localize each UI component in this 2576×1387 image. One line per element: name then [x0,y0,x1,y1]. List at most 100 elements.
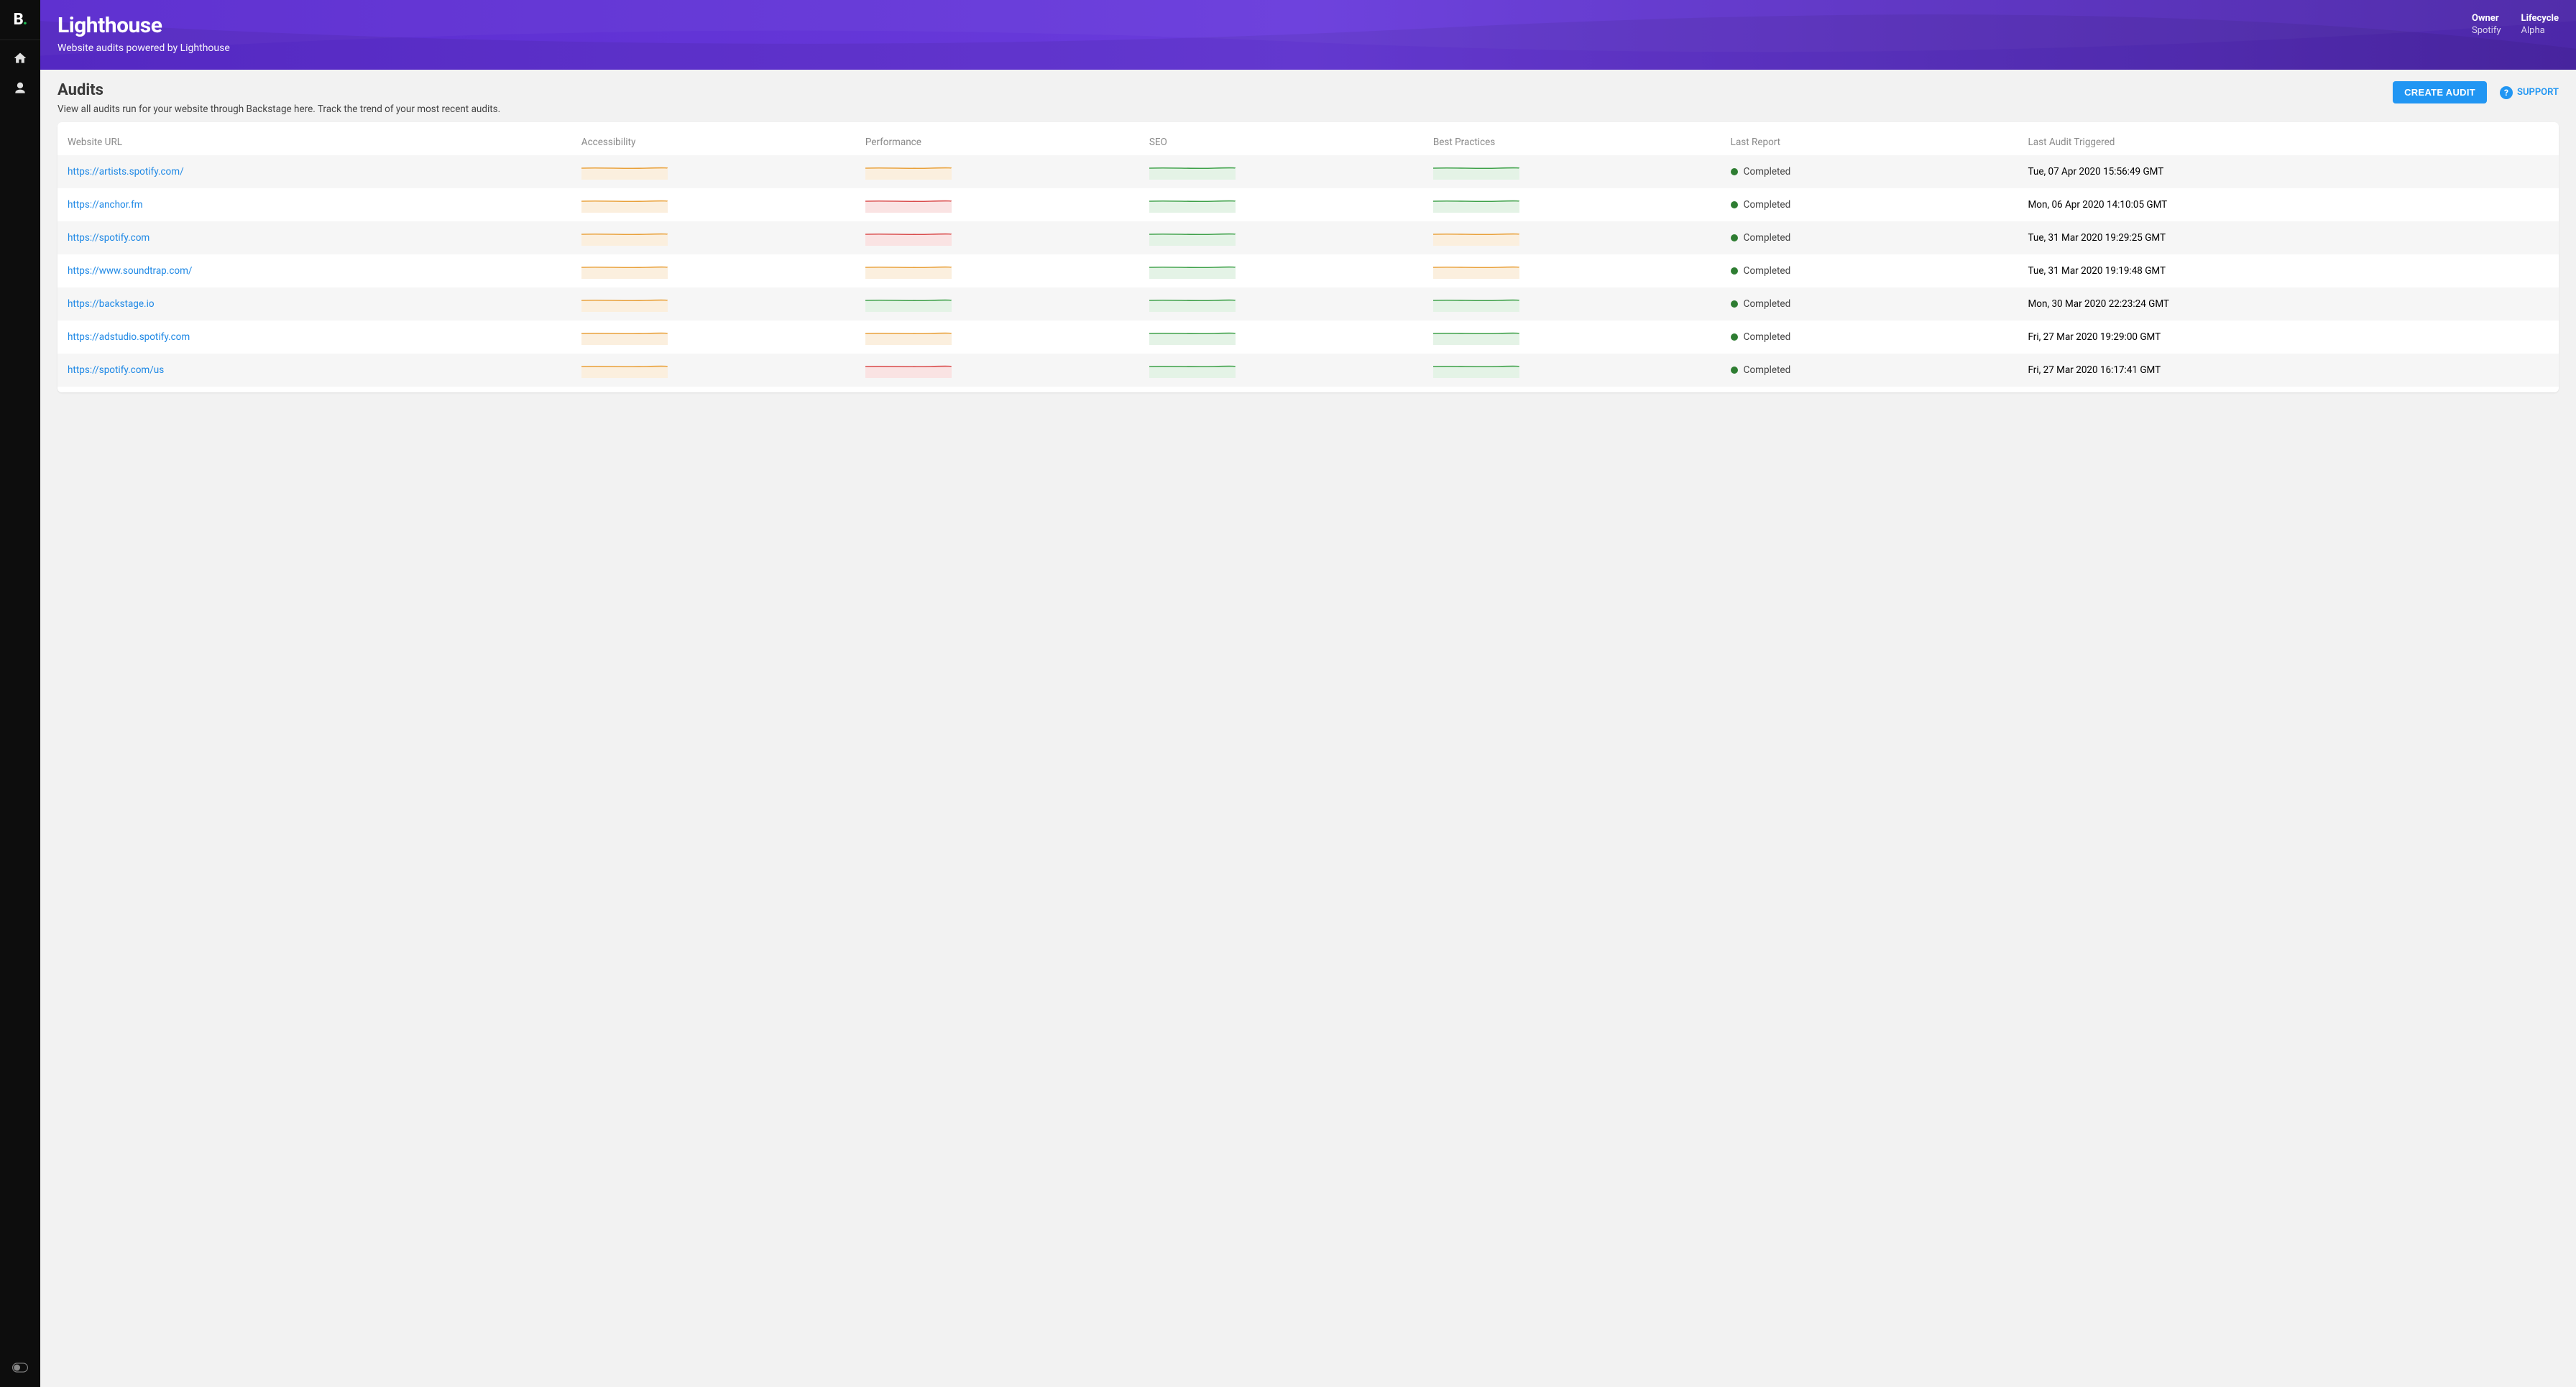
header-meta-label: Owner [2472,13,2501,24]
sparkline-green [1433,296,1519,312]
status-text: Completed [1744,199,1791,211]
header-meta: OwnerSpotifyLifecycleAlpha [2472,13,2559,36]
status-text: Completed [1744,232,1791,244]
last-report-status: Completed [1731,298,2008,310]
sparkline-orange [581,230,668,246]
sparkline-green [1149,197,1236,213]
website-url-link[interactable]: https://anchor.fm [68,199,143,211]
col-best-practices: Best Practices [1423,126,1721,155]
toggle-icon[interactable] [12,1360,28,1376]
help-icon: ? [2500,86,2513,99]
sparkline-orange [1433,263,1519,279]
status-text: Completed [1744,166,1791,178]
account-icon[interactable] [12,80,28,96]
sparkline-orange [865,263,952,279]
content: Audits View all audits run for your webs… [40,70,2576,413]
last-report-status: Completed [1731,232,2008,244]
sparkline-orange [581,329,668,345]
section-description: View all audits run for your website thr… [58,103,500,115]
sparkline-green [1433,164,1519,180]
website-url-link[interactable]: https://spotify.com/us [68,364,164,376]
last-triggered-cell: Mon, 06 Apr 2020 14:10:05 GMT [2018,188,2559,221]
col-url: Website URL [58,126,571,155]
sparkline-green [1149,263,1236,279]
sparkline-orange [865,329,952,345]
sparkline-green [1149,362,1236,378]
sparkline-orange [1433,230,1519,246]
website-url-link[interactable]: https://www.soundtrap.com/ [68,265,193,277]
sparkline-orange [581,164,668,180]
col-last-report: Last Report [1721,126,2018,155]
col-accessibility: Accessibility [571,126,855,155]
sidebar-bottom [12,1360,28,1376]
audits-card: Website URL Accessibility Performance SE… [58,122,2559,392]
sparkline-orange [865,164,952,180]
app-logo[interactable]: B. [0,0,40,40]
sparkline-red [865,230,952,246]
page-header: Lighthouse Website audits powered by Lig… [40,0,2576,70]
table-row: https://anchor.fm Completed Mon, 06 Apr 20… [58,188,2559,221]
home-icon[interactable] [12,50,28,66]
status-dot-icon [1731,234,1738,241]
last-report-status: Completed [1731,364,2008,376]
sparkline-green [1149,230,1236,246]
content-header: Audits View all audits run for your webs… [58,81,2559,115]
status-dot-icon [1731,201,1738,208]
sparkline-green [1149,329,1236,345]
last-report-status: Completed [1731,199,2008,211]
support-label: SUPPORT [2517,87,2559,98]
last-triggered-cell: Fri, 27 Mar 2020 16:17:41 GMT [2018,354,2559,387]
last-report-status: Completed [1731,331,2008,343]
support-link[interactable]: ? SUPPORT [2500,86,2559,99]
sparkline-green [1149,164,1236,180]
table-row: https://adstudio.spotify.com Completed Fri… [58,321,2559,354]
logo-dot: . [23,11,27,29]
sparkline-red [865,197,952,213]
section-title: Audits [58,81,500,99]
sparkline-red [865,362,952,378]
last-triggered-cell: Fri, 27 Mar 2020 19:29:00 GMT [2018,321,2559,354]
website-url-link[interactable]: https://backstage.io [68,298,155,310]
sidebar: B. [0,0,40,1387]
audits-table: Website URL Accessibility Performance SE… [58,126,2559,387]
sparkline-green [1433,329,1519,345]
last-triggered-cell: Tue, 31 Mar 2020 19:29:25 GMT [2018,221,2559,254]
table-row: https://artists.spotify.com/Completed Tue… [58,155,2559,188]
status-dot-icon [1731,168,1738,175]
status-text: Completed [1744,331,1791,343]
col-performance: Performance [855,126,1139,155]
sparkline-green [1433,362,1519,378]
sparkline-green [865,296,952,312]
header-meta-value: Spotify [2472,25,2501,36]
table-row: https://spotify.com Completed Tue, 31 Mar … [58,221,2559,254]
header-meta-item: OwnerSpotify [2472,13,2501,36]
create-audit-button[interactable]: CREATE AUDIT [2393,81,2487,103]
status-dot-icon [1731,367,1738,374]
status-dot-icon [1731,300,1738,308]
table-row: https://spotify.com/us Completed Fri, 27 M… [58,354,2559,387]
sparkline-orange [581,263,668,279]
sparkline-green [1433,197,1519,213]
status-text: Completed [1744,364,1791,376]
col-seo: SEO [1139,126,1423,155]
website-url-link[interactable]: https://spotify.com [68,232,150,244]
nav-icons [12,40,28,96]
sparkline-orange [581,362,668,378]
col-last-triggered: Last Audit Triggered [2018,126,2559,155]
website-url-link[interactable]: https://adstudio.spotify.com [68,331,190,343]
last-triggered-cell: Mon, 30 Mar 2020 22:23:24 GMT [2018,287,2559,321]
status-text: Completed [1744,265,1791,277]
main: Lighthouse Website audits powered by Lig… [40,0,2576,1387]
section-actions: CREATE AUDIT ? SUPPORT [2393,81,2559,103]
last-report-status: Completed [1731,166,2008,178]
table-row: https://backstage.io Completed Mon, 30 Mar… [58,287,2559,321]
logo-text: B [14,11,23,29]
sparkline-green [1149,296,1236,312]
last-report-status: Completed [1731,265,2008,277]
header-meta-value: Alpha [2521,25,2559,36]
website-url-link[interactable]: https://artists.spotify.com/ [68,166,184,178]
table-row: https://www.soundtrap.com/Completed Tue, … [58,254,2559,287]
page-subtitle: Website audits powered by Lighthouse [58,42,230,54]
last-triggered-cell: Tue, 07 Apr 2020 15:56:49 GMT [2018,155,2559,188]
last-triggered-cell: Tue, 31 Mar 2020 19:19:48 GMT [2018,254,2559,287]
